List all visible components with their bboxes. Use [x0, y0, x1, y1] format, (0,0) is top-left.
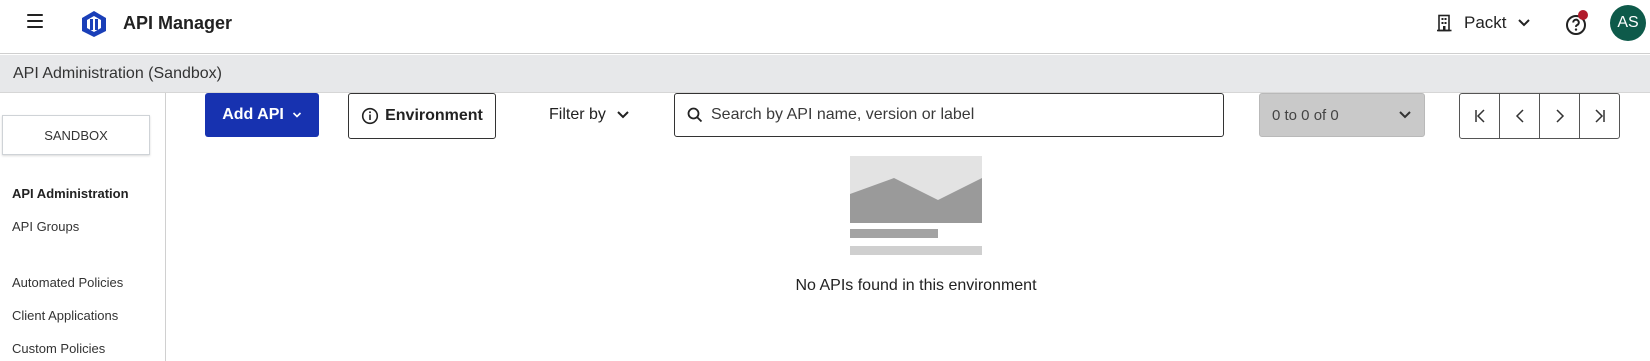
add-api-button[interactable]: Add API [205, 93, 319, 137]
next-page-button[interactable] [1539, 93, 1580, 139]
sidebar-item-client-applications[interactable]: Client Applications [12, 308, 118, 323]
hamburger-icon[interactable] [27, 14, 43, 30]
search-box[interactable] [674, 93, 1224, 137]
environment-switch-button[interactable]: SANDBOX [2, 115, 150, 155]
filter-by-label: Filter by [549, 106, 606, 123]
chevron-down-icon [292, 112, 301, 118]
chevron-down-icon [1517, 19, 1530, 27]
first-page-icon [1474, 109, 1485, 123]
org-name: Packt [1464, 13, 1507, 32]
building-icon [1437, 14, 1452, 32]
first-page-button[interactable] [1459, 93, 1500, 139]
previous-page-button[interactable] [1499, 93, 1540, 139]
api-manager-logo-icon [82, 11, 106, 37]
empty-state-illustration [850, 156, 982, 255]
top-header: API Manager Packt AS [0, 0, 1650, 54]
info-icon [361, 107, 379, 125]
sidebar-item-api-groups[interactable]: API Groups [12, 219, 79, 234]
page-title: API Administration (Sandbox) [13, 65, 222, 82]
search-icon [687, 107, 703, 123]
sidebar-item-custom-policies[interactable]: Custom Policies [12, 341, 105, 356]
app-title: API Manager [123, 13, 233, 33]
environment-label: Environment [385, 107, 483, 124]
empty-state-message: No APIs found in this environment [795, 277, 1037, 294]
last-page-button[interactable] [1579, 93, 1620, 139]
chevron-down-icon [1399, 111, 1411, 119]
chevron-right-icon [1555, 109, 1564, 123]
notification-dot [1578, 10, 1588, 20]
sidebar-item-api-administration[interactable]: API Administration [12, 186, 129, 201]
environment-info-button[interactable]: Environment [348, 93, 496, 139]
avatar[interactable]: AS [1610, 5, 1646, 41]
sidebar-item-automated-policies[interactable]: Automated Policies [12, 275, 123, 290]
filter-by-dropdown[interactable]: Filter by [549, 106, 630, 124]
pagination-controls [1459, 93, 1620, 139]
pagination-range-select[interactable]: 0 to 0 of 0 [1259, 93, 1425, 137]
chevron-left-icon [1515, 109, 1524, 123]
add-api-label: Add API [222, 106, 284, 123]
pagination-range-label: 0 to 0 of 0 [1272, 106, 1339, 124]
sub-header: API Administration (Sandbox) [0, 55, 1650, 93]
last-page-icon [1594, 109, 1605, 123]
sidebar: SANDBOX API Administration API Groups Au… [0, 93, 166, 361]
org-switcher[interactable]: Packt [1436, 13, 1531, 33]
search-input[interactable] [711, 106, 1201, 124]
chevron-down-icon [617, 111, 629, 119]
